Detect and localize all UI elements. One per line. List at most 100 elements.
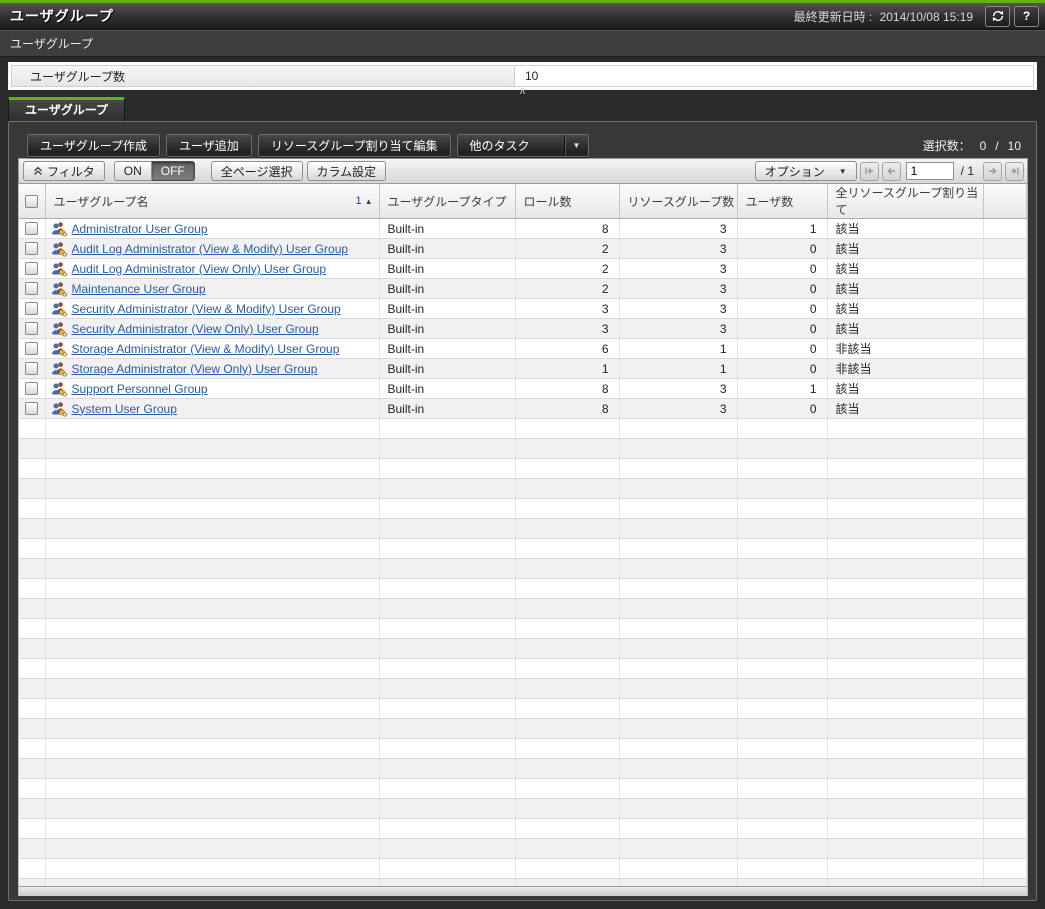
row-checkbox[interactable]	[25, 302, 38, 315]
refresh-button[interactable]	[985, 6, 1010, 27]
empty-cell	[983, 799, 1027, 819]
user-group-link[interactable]: Storage Administrator (View Only) User G…	[72, 362, 318, 376]
user-group-link[interactable]: Security Administrator (View & Modify) U…	[72, 302, 341, 316]
cell-role-count: 3	[515, 299, 619, 319]
row-checkbox[interactable]	[25, 222, 38, 235]
cell-user-group-name: Storage Administrator (View & Modify) Us…	[45, 339, 379, 359]
column-header-user-group-type[interactable]: ユーザグループタイプ	[379, 184, 515, 219]
selection-count: 選択数： 0 / 10	[914, 137, 1027, 154]
row-checkbox[interactable]	[25, 382, 38, 395]
table-row: System User GroupBuilt-in830該当	[19, 399, 1027, 419]
help-button[interactable]: ?	[1014, 6, 1039, 27]
tab-user-groups[interactable]: ユーザグループ	[8, 97, 125, 121]
prev-page-button[interactable]	[882, 162, 901, 181]
filter-button-label: フィルタ	[47, 163, 95, 180]
empty-cell	[737, 459, 827, 479]
empty-cell	[619, 419, 737, 439]
empty-cell	[827, 859, 983, 879]
user-group-link[interactable]: Storage Administrator (View & Modify) Us…	[72, 342, 340, 356]
filter-off-button[interactable]: OFF	[152, 161, 195, 181]
last-updated-value: 2014/10/08 15:19	[880, 10, 973, 24]
cell-all-resource-group-assignment: 非該当	[827, 359, 983, 379]
empty-cell	[515, 479, 619, 499]
empty-cell	[45, 619, 379, 639]
empty-cell	[379, 679, 515, 699]
cell-all-resource-group-assignment: 該当	[827, 219, 983, 239]
row-checkbox[interactable]	[25, 282, 38, 295]
filter-toggle-button[interactable]: フィルタ	[23, 161, 105, 181]
user-group-link[interactable]: System User Group	[72, 402, 177, 416]
options-button-label: オプション	[765, 163, 825, 180]
empty-cell	[379, 539, 515, 559]
user-group-link[interactable]: Maintenance User Group	[72, 282, 206, 296]
select-all-checkbox[interactable]	[25, 195, 38, 208]
tab-bar: ユーザグループ	[0, 97, 1045, 121]
column-header-resource-group-count[interactable]: リソースグループ数	[619, 184, 737, 219]
user-group-link[interactable]: Audit Log Administrator (View & Modify) …	[72, 242, 349, 256]
empty-table-row	[19, 859, 1027, 879]
empty-cell	[19, 479, 45, 499]
horizontal-scrollbar[interactable]	[18, 886, 1028, 896]
empty-cell	[515, 839, 619, 859]
cell-user-group-type: Built-in	[379, 379, 515, 399]
column-header-user-count[interactable]: ユーザ数	[737, 184, 827, 219]
cell-user-count: 1	[737, 379, 827, 399]
first-page-button[interactable]	[860, 162, 879, 181]
user-group-link[interactable]: Audit Log Administrator (View Only) User…	[72, 262, 327, 276]
user-group-link[interactable]: Support Personnel Group	[72, 382, 208, 396]
options-button[interactable]: オプション ▼	[755, 161, 857, 181]
cell-resource-group-count: 3	[619, 399, 737, 419]
empty-cell	[737, 519, 827, 539]
empty-cell	[19, 779, 45, 799]
column-header-role-count[interactable]: ロール数	[515, 184, 619, 219]
empty-table-row	[19, 539, 1027, 559]
row-checkbox[interactable]	[25, 362, 38, 375]
row-checkbox[interactable]	[25, 402, 38, 415]
table-area: フィルタ ON OFF 全ページ選択 カラム設定 オプション ▼	[18, 158, 1028, 896]
empty-cell	[379, 799, 515, 819]
cell-extra	[983, 399, 1027, 419]
empty-cell	[379, 599, 515, 619]
cell-user-group-type: Built-in	[379, 279, 515, 299]
column-settings-button[interactable]: カラム設定	[307, 161, 387, 181]
empty-table-row	[19, 639, 1027, 659]
row-checkbox[interactable]	[25, 322, 38, 335]
cell-all-resource-group-assignment: 該当	[827, 319, 983, 339]
empty-cell	[19, 559, 45, 579]
cell-resource-group-count: 3	[619, 239, 737, 259]
column-header-user-group-name[interactable]: ユーザグループ名 1 ▲	[45, 184, 379, 219]
row-checkbox[interactable]	[25, 342, 38, 355]
page-number-input[interactable]	[906, 162, 954, 180]
empty-cell	[19, 839, 45, 859]
empty-cell	[619, 659, 737, 679]
next-page-button[interactable]	[983, 162, 1002, 181]
row-checkbox[interactable]	[25, 262, 38, 275]
row-checkbox[interactable]	[25, 242, 38, 255]
empty-cell	[515, 739, 619, 759]
cell-resource-group-count: 3	[619, 279, 737, 299]
empty-cell	[379, 859, 515, 879]
empty-cell	[737, 539, 827, 559]
last-page-button[interactable]	[1005, 162, 1024, 181]
filter-on-button[interactable]: ON	[114, 161, 152, 181]
empty-cell	[19, 499, 45, 519]
select-all-pages-button[interactable]: 全ページ選択	[211, 161, 303, 181]
user-group-link[interactable]: Administrator User Group	[72, 222, 208, 236]
empty-cell	[827, 499, 983, 519]
other-tasks-button[interactable]: 他のタスク ▼	[457, 134, 590, 157]
column-header-all-resource-group-assignment[interactable]: 全リソースグループ割り当て	[827, 184, 983, 219]
cell-user-group-type: Built-in	[379, 319, 515, 339]
empty-cell	[619, 679, 737, 699]
cell-user-count: 0	[737, 359, 827, 379]
add-user-button[interactable]: ユーザ追加	[166, 134, 252, 157]
empty-cell	[515, 859, 619, 879]
cell-resource-group-count: 1	[619, 359, 737, 379]
summary-collapse-toggle[interactable]: ∧	[0, 90, 1045, 97]
edit-resource-group-assignment-button[interactable]: リソースグループ割り当て編集	[258, 134, 451, 157]
empty-cell	[737, 419, 827, 439]
column-header-extra	[983, 184, 1027, 219]
empty-cell	[515, 579, 619, 599]
empty-cell	[737, 479, 827, 499]
create-user-group-button[interactable]: ユーザグループ作成	[27, 134, 160, 157]
user-group-link[interactable]: Security Administrator (View Only) User …	[72, 322, 319, 336]
